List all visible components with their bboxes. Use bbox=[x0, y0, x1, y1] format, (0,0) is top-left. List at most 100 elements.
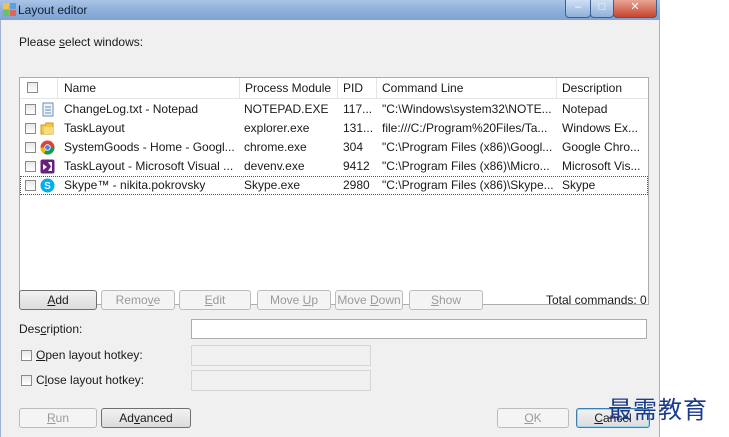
minimize-button[interactable]: – bbox=[565, 0, 591, 18]
row-command-line: "C:\Program Files (x86)\Skype... bbox=[382, 178, 554, 192]
maximize-button[interactable]: □ bbox=[590, 0, 614, 18]
open-layout-hotkey-field[interactable] bbox=[191, 345, 371, 366]
button-text: own bbox=[378, 293, 401, 307]
list-header: Name Process Module PID Command Line Des… bbox=[20, 78, 648, 99]
column-header-pid[interactable]: PID bbox=[338, 78, 377, 98]
windows-list[interactable]: Name Process Module PID Command Line Des… bbox=[19, 77, 649, 305]
select-all-checkbox[interactable] bbox=[27, 82, 38, 93]
button-text: Move bbox=[269, 293, 303, 307]
row-pid: 9412 bbox=[343, 159, 370, 173]
row-checkbox[interactable] bbox=[25, 123, 36, 134]
row-description: Skype bbox=[562, 178, 596, 192]
visual-studio-icon bbox=[40, 159, 55, 174]
row-pid: 304 bbox=[343, 140, 364, 154]
row-module: devenv.exe bbox=[244, 159, 305, 173]
row-command-line: file:///C:/Program%20Files/Ta... bbox=[382, 121, 548, 135]
label-text: ose layout hotkey: bbox=[47, 373, 145, 387]
button-text: Ad bbox=[119, 411, 134, 425]
label-hotkey: O bbox=[36, 348, 46, 362]
row-description: Notepad bbox=[562, 102, 608, 116]
button-text: e bbox=[153, 293, 161, 307]
close-layout-hotkey-field[interactable] bbox=[191, 370, 371, 391]
skype-icon: S bbox=[40, 178, 55, 193]
label-text: Des bbox=[19, 322, 41, 336]
window-title: Layout editor bbox=[18, 3, 88, 17]
row-name: ChangeLog.txt - Notepad bbox=[64, 102, 199, 116]
label-text: C bbox=[36, 373, 45, 387]
label-text: ription: bbox=[46, 322, 83, 336]
add-button[interactable]: Add bbox=[19, 290, 97, 310]
close-layout-hotkey-checkbox[interactable] bbox=[21, 375, 32, 386]
row-module: explorer.exe bbox=[244, 121, 310, 135]
close-button[interactable]: ✕ bbox=[613, 0, 657, 18]
label-text: Please bbox=[19, 35, 60, 49]
table-row[interactable]: TaskLayout explorer.exe 131... file:///C… bbox=[20, 119, 648, 138]
button-hotkey: E bbox=[204, 293, 213, 307]
remove-button[interactable]: Remove bbox=[101, 290, 175, 310]
column-header-name[interactable]: Name bbox=[58, 78, 240, 98]
row-command-line: "C:\Windows\system32\NOTE... bbox=[382, 102, 552, 116]
button-text: p bbox=[311, 293, 319, 307]
show-button[interactable]: Show bbox=[409, 290, 483, 310]
table-row[interactable]: TaskLayout - Microsoft Visual ... devenv… bbox=[20, 157, 648, 176]
row-pid: 117... bbox=[343, 102, 373, 116]
advanced-button[interactable]: Advanced bbox=[101, 408, 191, 428]
button-hotkey: D bbox=[370, 293, 379, 307]
total-commands-label: Total commands: 0 bbox=[546, 293, 647, 307]
button-text: Move bbox=[337, 293, 370, 307]
row-command-line: "C:\Program Files (x86)\Googl... bbox=[382, 140, 553, 154]
label-text: pen layout hotkey: bbox=[45, 348, 143, 362]
button-text: how bbox=[439, 293, 462, 307]
button-text: dd bbox=[55, 293, 69, 307]
button-hotkey: S bbox=[430, 293, 439, 307]
row-pid: 131... bbox=[343, 121, 374, 135]
svg-text:S: S bbox=[44, 181, 51, 192]
row-module: NOTEPAD.EXE bbox=[244, 102, 329, 116]
row-module: chrome.exe bbox=[244, 140, 307, 154]
app-icon bbox=[3, 3, 16, 16]
ok-button[interactable]: OK bbox=[497, 408, 569, 428]
row-name: SystemGoods - Home - Googl... bbox=[64, 140, 235, 154]
button-hotkey: R bbox=[46, 411, 56, 425]
column-header-command-line[interactable]: Command Line bbox=[377, 78, 557, 98]
folder-icon bbox=[40, 122, 54, 135]
move-down-button[interactable]: Move Down bbox=[335, 290, 403, 310]
notepad-icon bbox=[42, 102, 54, 117]
row-pid: 2980 bbox=[343, 178, 370, 192]
select-all-column[interactable] bbox=[20, 78, 58, 98]
label-text: elect windows: bbox=[65, 35, 144, 49]
close-layout-hotkey-label[interactable]: Close layout hotkey: bbox=[36, 373, 144, 387]
table-row[interactable]: ChangeLog.txt - Notepad NOTEPAD.EXE 117.… bbox=[20, 100, 648, 119]
run-button[interactable]: Run bbox=[19, 408, 97, 428]
row-name: TaskLayout bbox=[64, 121, 125, 135]
button-text: K bbox=[533, 411, 542, 425]
chrome-icon bbox=[40, 140, 55, 155]
button-hotkey: C bbox=[594, 411, 603, 425]
title-bar[interactable]: Layout editor – □ ✕ bbox=[0, 0, 660, 20]
table-row[interactable]: S Skype™ - nikita.pokrovsky Skype.exe 29… bbox=[20, 176, 648, 195]
row-checkbox[interactable] bbox=[25, 142, 36, 153]
row-checkbox[interactable] bbox=[25, 104, 36, 115]
row-description: Microsoft Vis... bbox=[562, 159, 641, 173]
row-name: Skype™ - nikita.pokrovsky bbox=[64, 178, 206, 192]
button-text: Remo bbox=[115, 293, 148, 307]
row-checkbox[interactable] bbox=[25, 180, 36, 191]
open-layout-hotkey-label[interactable]: Open layout hotkey: bbox=[36, 348, 143, 362]
row-description: Google Chro... bbox=[562, 140, 641, 154]
button-text: un bbox=[55, 411, 70, 425]
row-command-line: "C:\Program Files (x86)\Micro... bbox=[382, 159, 550, 173]
description-label: Description: bbox=[19, 322, 82, 336]
edit-button[interactable]: Edit bbox=[179, 290, 251, 310]
row-description: Windows Ex... bbox=[562, 121, 639, 135]
move-up-button[interactable]: Move Up bbox=[257, 290, 331, 310]
dialog-body: Please select windows: Name Process Modu… bbox=[0, 20, 660, 437]
row-module: Skype.exe bbox=[244, 178, 301, 192]
description-input[interactable] bbox=[191, 319, 647, 339]
column-header-description[interactable]: Description bbox=[557, 78, 648, 98]
table-row[interactable]: SystemGoods - Home - Googl... chrome.exe… bbox=[20, 138, 648, 157]
button-hotkey: O bbox=[524, 411, 534, 425]
column-header-process-module[interactable]: Process Module bbox=[240, 78, 338, 98]
row-checkbox[interactable] bbox=[25, 161, 36, 172]
button-text: anced bbox=[139, 411, 173, 425]
open-layout-hotkey-checkbox[interactable] bbox=[21, 350, 32, 361]
